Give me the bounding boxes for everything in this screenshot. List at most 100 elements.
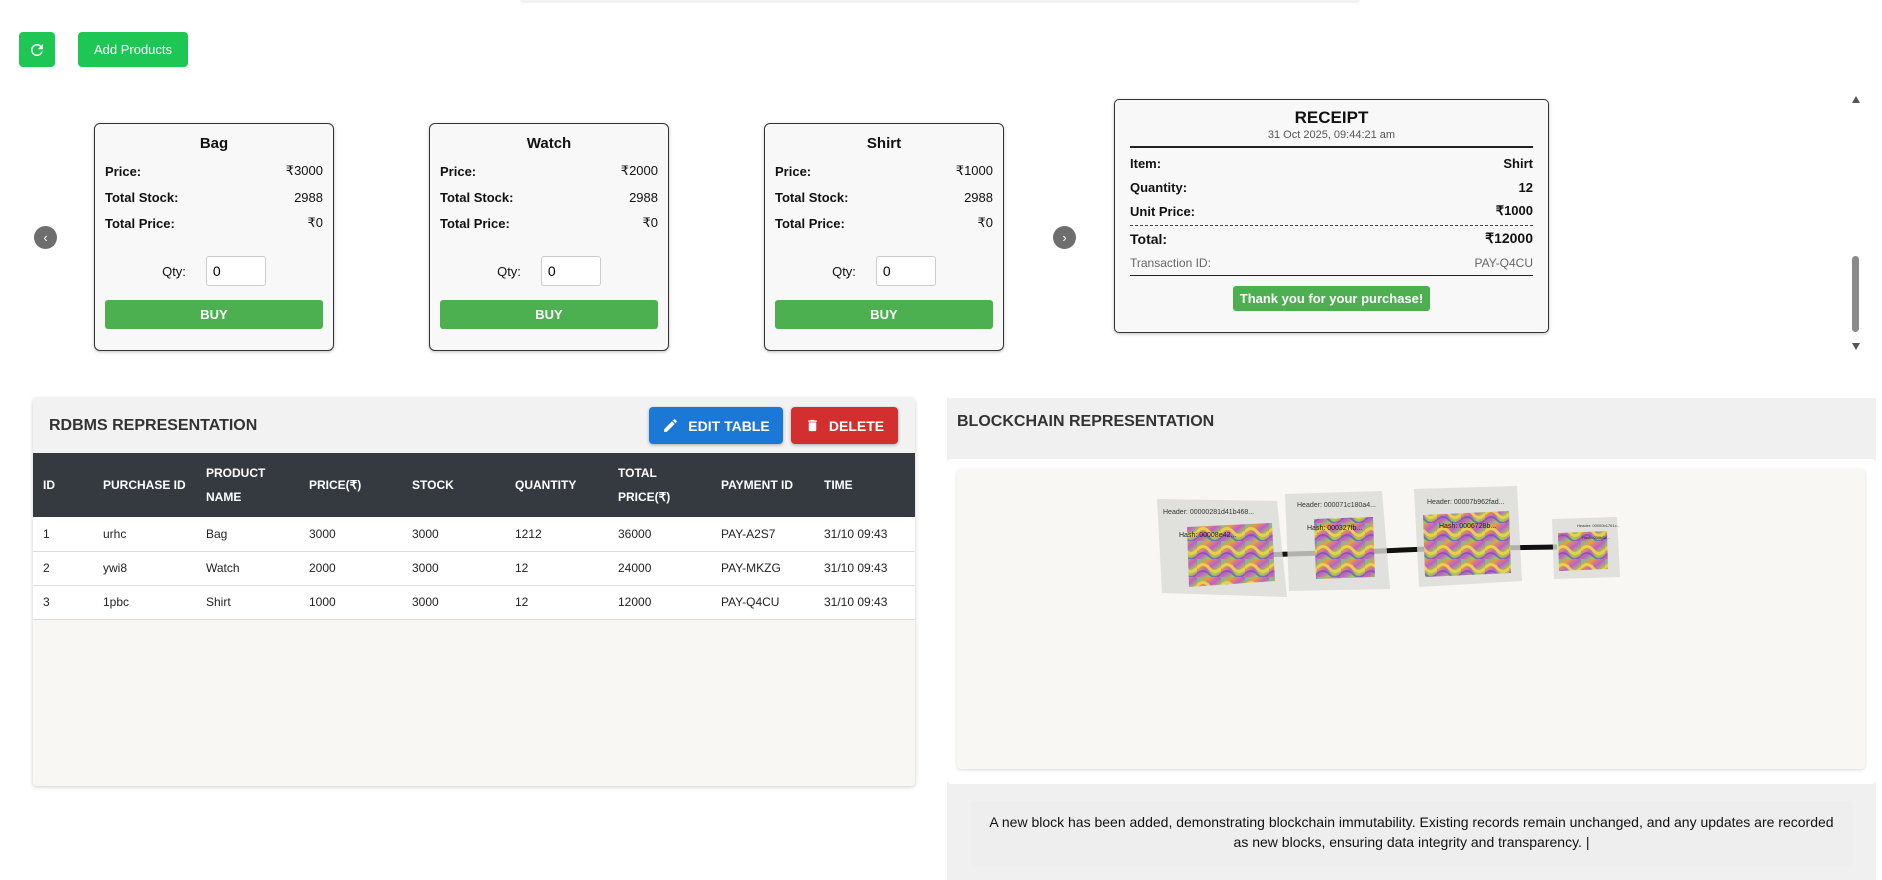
table-cell: PAY-A2S7: [711, 517, 814, 552]
chevron-left-icon: ‹: [43, 230, 48, 245]
carousel-next-button[interactable]: ›: [1053, 226, 1076, 249]
total-price-label: Total Price:: [105, 215, 175, 231]
edit-table-button[interactable]: EDIT TABLE: [649, 407, 783, 444]
qty-label: Qty:: [497, 263, 521, 279]
receipt-total-label: Total:: [1130, 230, 1168, 247]
column-header: TIME: [824, 478, 853, 492]
column-header: QUANTITY: [515, 478, 577, 492]
block-header: Header: 00007b962fad...: [1427, 499, 1505, 506]
blockchain-title: BLOCKCHAIN REPRESENTATION: [957, 413, 1215, 430]
table-header-row: ID PURCHASE ID PRODUCT NAME PRICE(₹) STO…: [33, 453, 915, 517]
column-header: TOTAL PRICE(₹): [618, 466, 671, 504]
column-header: STOCK: [412, 478, 454, 492]
price-label: Price:: [775, 163, 812, 179]
thank-you-badge: Thank you for your purchase!: [1232, 286, 1431, 311]
column-header: PRODUCT NAME: [206, 466, 266, 504]
edit-table-label: EDIT TABLE: [688, 417, 770, 434]
total-price-value: ₹0: [642, 215, 658, 230]
receipt-unit-price-value: ₹1000: [1495, 203, 1533, 218]
stock-label: Total Stock:: [105, 189, 179, 205]
total-price-label: Total Price:: [440, 215, 510, 231]
total-price-value: ₹0: [977, 215, 993, 230]
blockchain-panel: BLOCKCHAIN REPRESENTATION Header: 000002…: [947, 398, 1876, 880]
table-cell: Watch: [196, 551, 299, 586]
refresh-icon: [31, 43, 43, 56]
delete-label: DELETE: [828, 417, 885, 434]
block-hash: Hash: 00008e42...: [1179, 532, 1236, 539]
table-cell: 3000: [402, 517, 505, 552]
receipt-quantity-label: Quantity:: [1130, 179, 1188, 195]
table-row[interactable]: 3 1pbc Shirt 1000 3000 12 12000 PAY-Q4CU…: [33, 585, 915, 620]
product-card-watch: Watch Price: ₹2000 Total Stock: 2988 Total…: [429, 123, 669, 351]
scroll-down-icon[interactable]: [1852, 343, 1860, 350]
product-name: Bag: [199, 135, 229, 152]
table-row[interactable]: 2 ywi8 Watch 2000 3000 12 24000 PAY-MKZG…: [33, 551, 915, 586]
table-cell: urhc: [93, 517, 196, 552]
refresh-button[interactable]: [19, 32, 55, 67]
blockchain-3d-canvas[interactable]: Header: 00000281d41b468... Hash: 00008e4…: [957, 469, 1865, 769]
receipt-txn-label: Transaction ID:: [1130, 256, 1211, 270]
stock-label: Total Stock:: [775, 189, 849, 205]
receipt-unit-price-label: Unit Price:: [1130, 203, 1196, 219]
block-hash: Hash: 0006728b...: [1439, 523, 1496, 530]
add-products-button[interactable]: Add Products: [78, 32, 188, 67]
block-hash: Hash: 000b3c...: [1582, 535, 1610, 540]
table-cell: Shirt: [196, 585, 299, 620]
carousel-scrollbar[interactable]: [1850, 96, 1861, 350]
rdbms-title: RDBMS REPRESENTATION: [49, 416, 258, 434]
price-value: ₹2000: [620, 163, 658, 178]
table-cell: 3000: [299, 517, 402, 552]
receipt-date: 31 Oct 2025, 09:44:21 am: [1267, 129, 1396, 141]
scroll-thumb[interactable]: [1852, 256, 1859, 332]
carousel-prev-button[interactable]: ‹: [34, 226, 57, 249]
table-row[interactable]: 1 urhc Bag 3000 3000 1212 36000 PAY-A2S7…: [33, 517, 915, 552]
block-2: Header: 000071c180a4... Hash: 000327fb..…: [1285, 491, 1390, 591]
table-cell: 12: [505, 585, 608, 620]
blockchain-canvas-wrapper: Header: 00000281d41b468... Hash: 00008e4…: [947, 459, 1876, 784]
qty-input[interactable]: [540, 256, 601, 286]
qty-input[interactable]: [205, 256, 266, 286]
scroll-up-icon[interactable]: [1852, 96, 1860, 103]
pencil-icon: [664, 419, 678, 432]
qty-label: Qty:: [832, 263, 856, 279]
table-cell: 31/10 09:43: [814, 551, 915, 586]
block-4: Header: 00000b1761c... Hash: 000b3c...: [1552, 517, 1620, 579]
table-cell: 2000: [299, 551, 402, 586]
receipt-txn-value: PAY-Q4CU: [1474, 256, 1533, 270]
qty-input[interactable]: [875, 256, 936, 286]
chevron-right-icon: ›: [1062, 230, 1067, 245]
table-cell: Bag: [196, 517, 299, 552]
column-header: ID: [43, 478, 55, 492]
buy-button[interactable]: BUY: [105, 300, 323, 329]
total-price-value: ₹0: [307, 215, 323, 230]
column-header: PRICE(₹): [309, 478, 362, 492]
table-cell: 31/10 09:43: [814, 585, 915, 620]
stock-value: 2988: [294, 189, 323, 205]
stock-value: 2988: [629, 189, 658, 205]
table-cell: 12000: [608, 585, 711, 620]
price-value: ₹1000: [955, 163, 993, 178]
product-name: Watch: [526, 135, 572, 152]
receipt-bottom-divider: [1130, 275, 1533, 276]
total-price-label: Total Price:: [775, 215, 845, 231]
price-value: ₹3000: [285, 163, 323, 178]
block-1: Header: 00000281d41b468... Hash: 00008e4…: [1157, 499, 1287, 597]
price-label: Price:: [440, 163, 477, 179]
stock-value: 2988: [964, 189, 993, 205]
table-cell: 3000: [402, 585, 505, 620]
qty-label: Qty:: [162, 263, 186, 279]
receipt-card: RECEIPT 31 Oct 2025, 09:44:21 am Item: Sh…: [1114, 99, 1549, 333]
receipt-title: RECEIPT: [1294, 108, 1369, 127]
table-cell: ywi8: [93, 551, 196, 586]
buy-button[interactable]: BUY: [775, 300, 993, 329]
column-header: PAYMENT ID: [721, 478, 794, 492]
price-label: Price:: [105, 163, 142, 179]
table-cell: 1000: [299, 585, 402, 620]
top-divider: [520, 0, 1360, 3]
blockchain-visual: Header: 00000281d41b468... Hash: 00008e4…: [1157, 486, 1620, 597]
table-cell: 1: [33, 517, 93, 552]
block-hash: Hash: 000327fb...: [1307, 525, 1362, 532]
delete-button[interactable]: DELETE: [791, 407, 898, 444]
buy-button[interactable]: BUY: [440, 300, 658, 329]
receipt-quantity-value: 12: [1518, 179, 1533, 195]
